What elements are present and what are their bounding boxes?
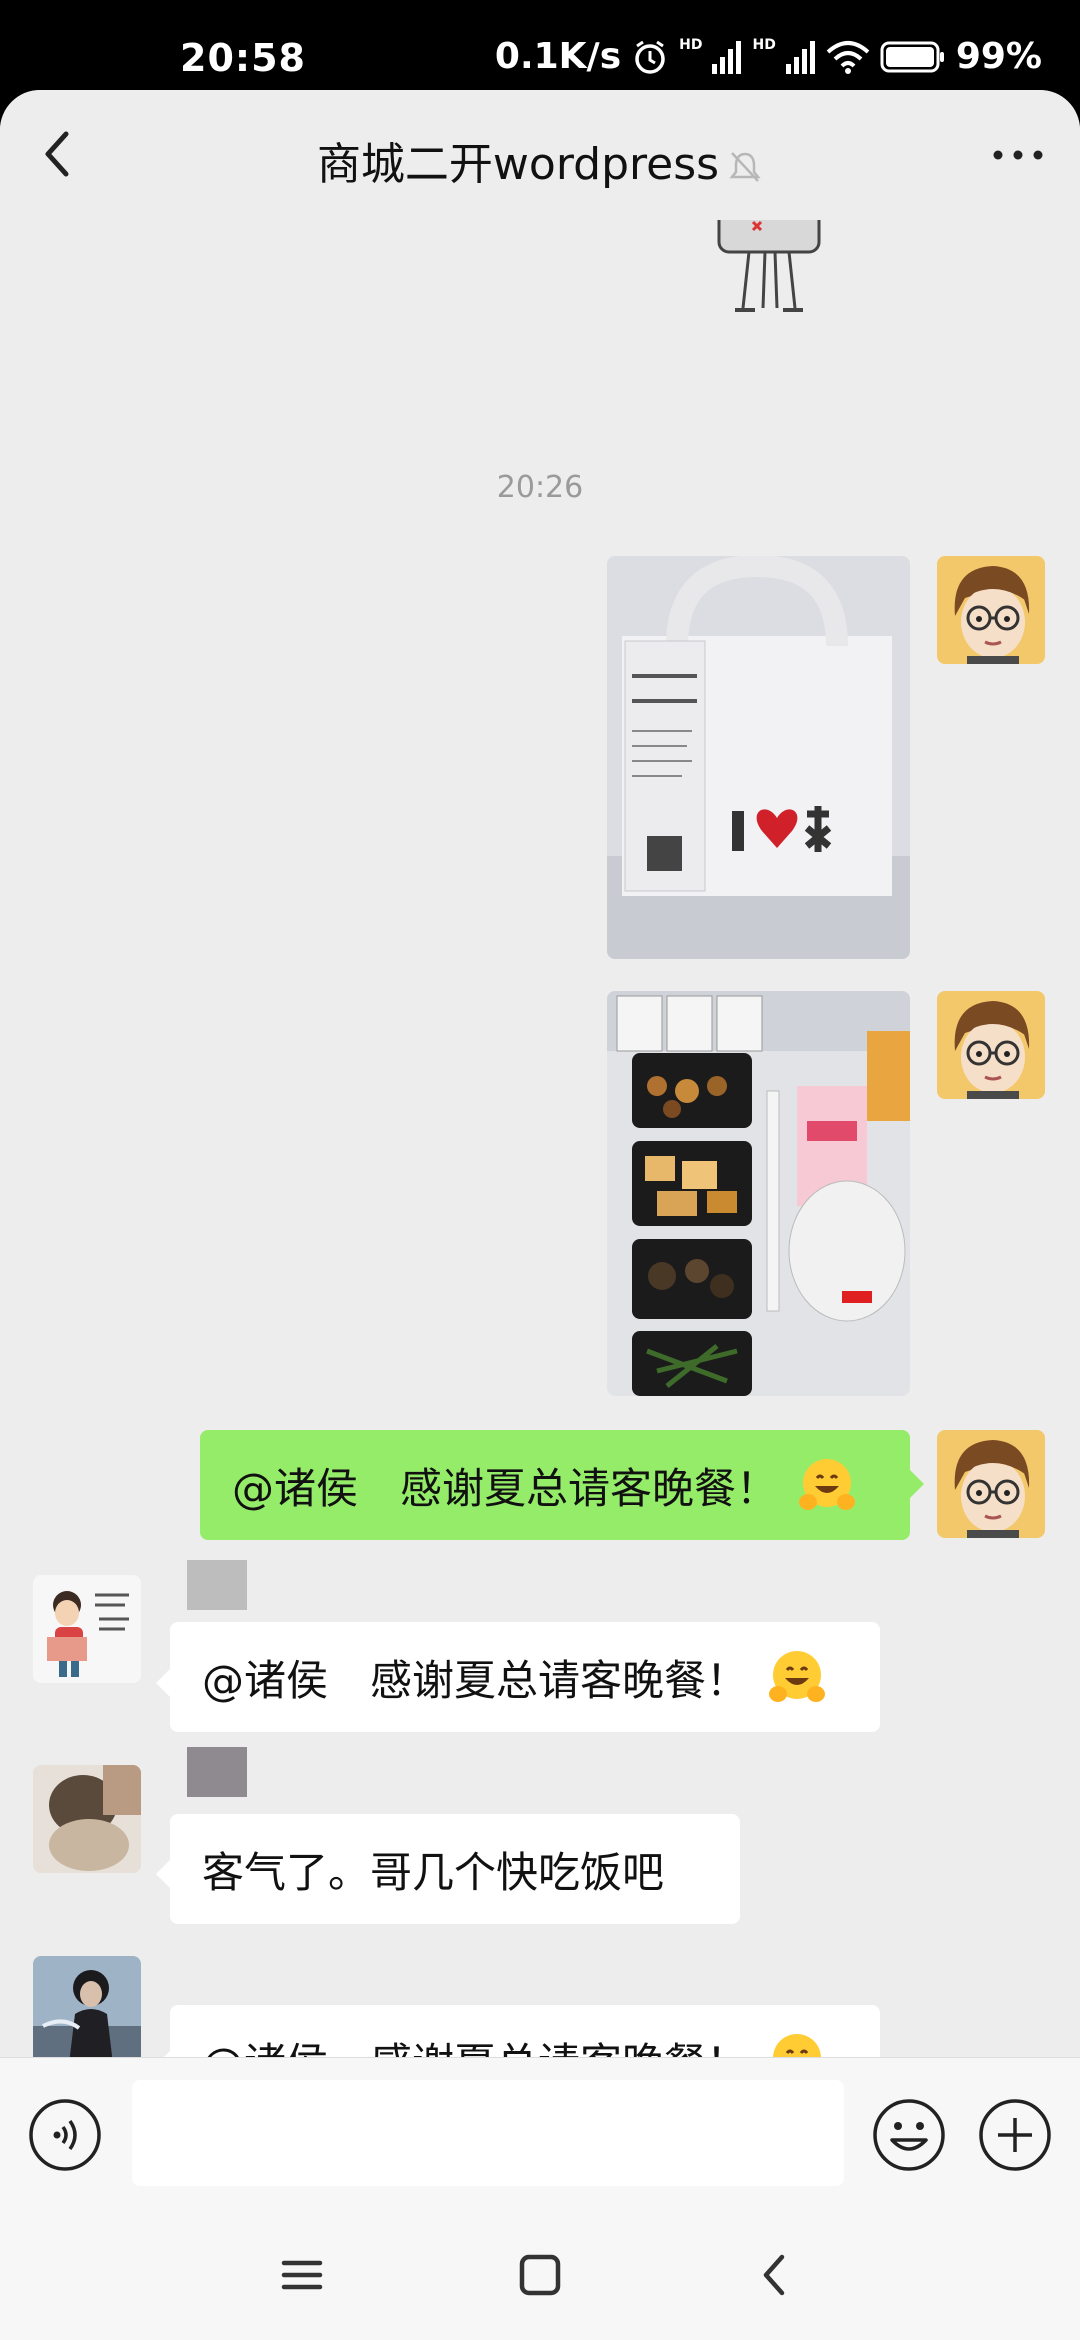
menu-icon xyxy=(281,2260,323,2290)
input-bar xyxy=(0,2057,1080,2207)
status-indicators: 0.1K/s HD HD 99% xyxy=(495,36,1042,77)
network-speed: 0.1K/s xyxy=(494,36,622,77)
status-bar: 20:58 0.1K/s HD HD 99% xyxy=(0,0,1080,90)
bubble-tail xyxy=(156,1860,170,1888)
blurred-photo-avatar-icon xyxy=(33,1765,141,1873)
home-button[interactable] xyxy=(512,2247,568,2303)
recents-button[interactable] xyxy=(274,2247,330,2303)
system-nav-bar xyxy=(0,2207,1080,2340)
message-list[interactable]: 20:26 @诸侯 感谢夏总请客晚餐！ @诸侯 感谢夏总请客晚餐！ 客气了。哥几… xyxy=(0,208,1080,2145)
mute-bell-icon xyxy=(729,152,761,182)
dark-portrait-avatar-icon xyxy=(33,1956,141,2064)
home-icon xyxy=(519,2254,561,2296)
received-message-bubble[interactable]: @诸侯 感谢夏总请客晚餐！ xyxy=(170,1622,880,1732)
cartoon-glasses-avatar-icon xyxy=(937,1430,1045,1538)
received-message-bubble[interactable]: 客气了。哥几个快吃饭吧 xyxy=(170,1814,740,1924)
avatar-self[interactable] xyxy=(937,1430,1045,1538)
status-time: 20:58 xyxy=(180,36,306,80)
battery-level: 99% xyxy=(955,36,1042,77)
message-text: @诸侯 感谢夏总请客晚餐！ xyxy=(202,1655,749,1705)
image-message-food-bag[interactable] xyxy=(607,556,910,959)
chat-title: 商城二开wordpress xyxy=(316,139,720,190)
meal-boxes-photo xyxy=(607,991,910,1396)
emoji-icon xyxy=(873,2099,945,2171)
hugging-face-emoji-icon xyxy=(769,1651,826,1702)
image-message-meal-boxes[interactable] xyxy=(607,991,910,1396)
sender-name-redacted xyxy=(187,1747,247,1797)
avatar-member[interactable] xyxy=(33,1765,141,1873)
cartoon-girl-avatar-icon xyxy=(33,1575,141,1683)
voice-icon xyxy=(29,2099,101,2171)
sticker-image[interactable] xyxy=(705,208,835,320)
more-button[interactable] xyxy=(986,130,1050,180)
alarm-icon xyxy=(635,40,665,74)
food-bag-photo xyxy=(607,556,910,959)
hugging-face-emoji-icon xyxy=(799,1459,856,1510)
message-timestamp: 20:26 xyxy=(496,470,584,505)
sticker-figure-icon xyxy=(717,208,821,312)
signal-2-icon xyxy=(785,40,815,74)
system-back-button[interactable] xyxy=(748,2247,804,2303)
voice-button[interactable] xyxy=(28,2098,102,2172)
sent-message-bubble[interactable]: @诸侯 感谢夏总请客晚餐！ xyxy=(200,1430,910,1540)
more-actions-button[interactable] xyxy=(978,2098,1052,2172)
bubble-tail xyxy=(156,1669,170,1697)
sender-name-redacted xyxy=(187,1560,247,1610)
chat-header: 商城二开wordpress xyxy=(0,90,1080,220)
message-input[interactable] xyxy=(132,2080,844,2186)
avatar-member[interactable] xyxy=(33,1956,141,2064)
emoji-button[interactable] xyxy=(872,2098,946,2172)
plus-icon xyxy=(979,2099,1051,2171)
hd-label-2: HD xyxy=(752,37,776,53)
message-text: 客气了。哥几个快吃饭吧 xyxy=(202,1847,665,1897)
signal-1-icon xyxy=(712,40,742,74)
back-icon xyxy=(763,2254,785,2296)
avatar-self[interactable] xyxy=(937,991,1045,1099)
avatar-member[interactable] xyxy=(33,1575,141,1683)
hd-label-1: HD xyxy=(679,37,703,53)
chat-title-wrap: 商城二开wordpress xyxy=(0,128,1080,192)
cartoon-glasses-avatar-icon xyxy=(937,991,1045,1099)
cartoon-glasses-avatar-icon xyxy=(937,556,1045,664)
battery-icon xyxy=(880,41,944,72)
message-text: @诸侯 感谢夏总请客晚餐！ xyxy=(232,1463,779,1513)
bubble-tail xyxy=(910,1470,924,1498)
wifi-icon xyxy=(826,40,870,74)
chat-screen: 商城二开wordpress 20:26 @诸侯 感谢夏总请客晚餐！ @诸侯 感谢… xyxy=(0,90,1080,2340)
avatar-self[interactable] xyxy=(937,556,1045,664)
more-dots-icon xyxy=(993,150,1043,160)
